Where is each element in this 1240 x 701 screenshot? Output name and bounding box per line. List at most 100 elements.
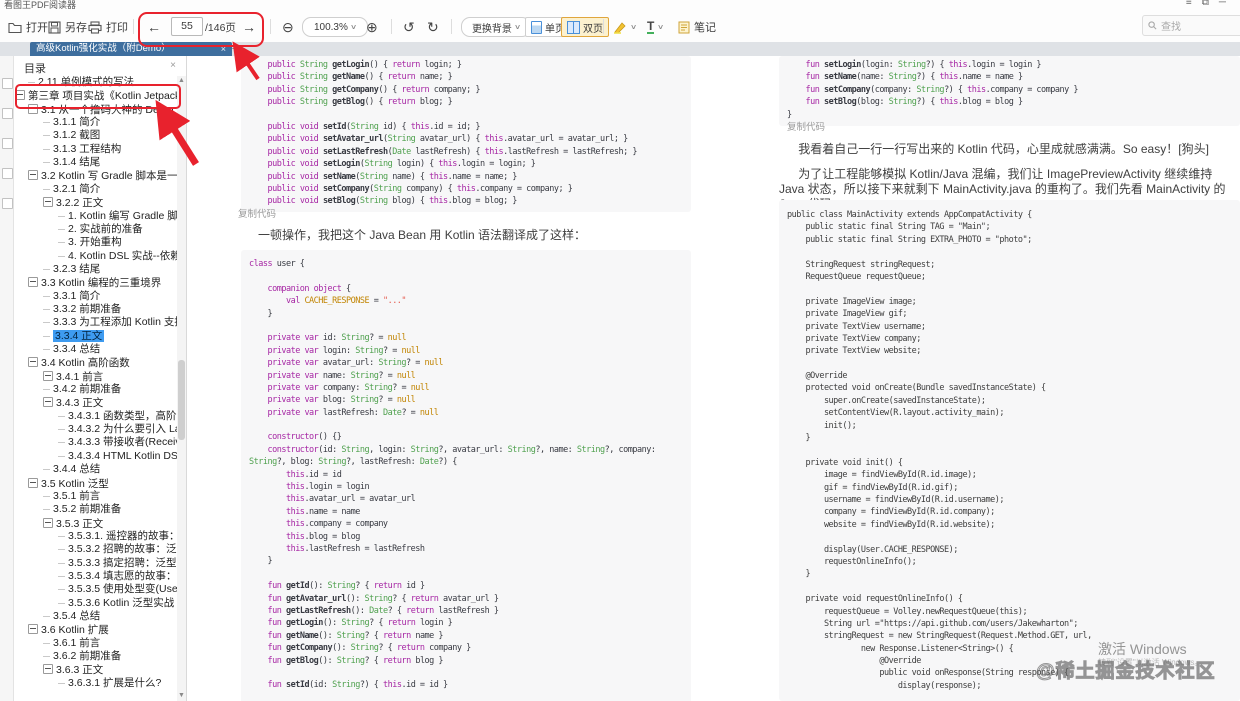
toc-item[interactable]: 1. Kotlin 编写 Gradle 脚本的（: [14, 210, 177, 223]
toc-item-label[interactable]: 3.1.2 截图: [53, 129, 100, 141]
toc-item[interactable]: 3.3 Kotlin 编程的三重境界: [14, 276, 177, 289]
copy-code-label[interactable]: 复制代码: [238, 206, 276, 220]
toc-item-label[interactable]: 3.4.1 前言: [56, 371, 103, 383]
collapse-icon[interactable]: [43, 371, 53, 381]
toc-item-label[interactable]: 3.5.4 总结: [53, 610, 100, 622]
toc-item-label[interactable]: 3.6.1 前言: [53, 637, 100, 649]
toc-item[interactable]: 3.4.3.1 函数类型，高阶函数: [14, 410, 177, 423]
restore-icon[interactable]: ⧉: [1202, 0, 1219, 8]
toc-item[interactable]: 3.5.1 前言: [14, 490, 177, 503]
toc-item[interactable]: 3.3.4 正文: [14, 330, 177, 343]
toc-item-label[interactable]: 3.4.3.2 为什么要引入 Lambda: [68, 423, 177, 435]
toc-item-label[interactable]: 1. Kotlin 编写 Gradle 脚本的（: [68, 210, 177, 222]
toc-item-label[interactable]: 3.2.3 结尾: [53, 263, 100, 275]
rail-bookmark-icon[interactable]: [2, 138, 13, 149]
copy-code-label[interactable]: 复制代码: [787, 119, 825, 133]
toc-item-label[interactable]: 3.4.2 前期准备: [53, 383, 121, 395]
notes-button[interactable]: 笔记: [678, 18, 716, 36]
toc-item[interactable]: 3.4.2 前期准备: [14, 383, 177, 396]
document-viewport[interactable]: public String getLogin() { return login;…: [187, 56, 1240, 701]
toc-item-label[interactable]: 3.3.3 为工程添加 Kotlin 支持: [53, 316, 177, 328]
collapse-icon[interactable]: [28, 357, 38, 367]
toc-item[interactable]: 3.2.1 简介: [14, 183, 177, 196]
toc-item-label[interactable]: 3.1.4 结尾: [53, 156, 100, 168]
toc-item[interactable]: 3.5.3.4 填志愿的故事：泛型的: [14, 570, 177, 583]
toc-item[interactable]: 3.5 Kotlin 泛型: [14, 477, 177, 490]
toc-item-label[interactable]: 3.4.3 正文: [56, 397, 103, 409]
toc-item[interactable]: 3.4.4 总结: [14, 463, 177, 476]
print-button[interactable]: 打印: [88, 18, 128, 36]
toc-item[interactable]: 3.2 Kotlin 写 Gradle 脚本是一种什么体验: [14, 169, 177, 182]
toc-item-label[interactable]: 3.5.2 前期准备: [53, 503, 121, 515]
toc-item[interactable]: 3.3.3 为工程添加 Kotlin 支持: [14, 316, 177, 329]
toc-item[interactable]: 3.1.4 结尾: [14, 156, 177, 169]
toc-item[interactable]: 3.1.2 截图: [14, 129, 177, 142]
toc-item[interactable]: 3.6.2 前期准备: [14, 650, 177, 663]
toc-item-label[interactable]: 3.6.3 正文: [56, 664, 103, 676]
zoom-out-button[interactable]: ⊖: [282, 18, 294, 36]
toc-item[interactable]: 3.5.3.5 使用处型变(Use-site V: [14, 583, 177, 596]
toc-item[interactable]: 3.5.3 正文: [14, 517, 177, 530]
toc-item-label[interactable]: 3.6 Kotlin 扩展: [41, 624, 109, 636]
change-background-dropdown[interactable]: 更换背景∨: [461, 17, 531, 37]
toc-item[interactable]: 3.6.3 正文: [14, 663, 177, 676]
toc-item-label[interactable]: 3.4.4 总结: [53, 463, 100, 475]
toc-item[interactable]: 3.5.3.3 搞定招聘：泛型的协变: [14, 557, 177, 570]
toc-item-label[interactable]: 3.3.4 正文: [53, 330, 104, 342]
toc-item[interactable]: 3.1.1 简介: [14, 116, 177, 129]
toc-item[interactable]: 3.3.1 简介: [14, 290, 177, 303]
scroll-down-icon[interactable]: ▼: [177, 691, 186, 701]
collapse-icon[interactable]: [43, 518, 53, 528]
toc-item[interactable]: 3.3.4 总结: [14, 343, 177, 356]
toc-item-label[interactable]: 3.1.1 简介: [53, 116, 100, 128]
toc-item[interactable]: 3.2.3 结尾: [14, 263, 177, 276]
toc-item-label[interactable]: 3.6.3.1 扩展是什么?: [68, 677, 161, 689]
toc-item-label[interactable]: 3.2.1 简介: [53, 183, 100, 195]
toc-item-label[interactable]: 3.2.2 正文: [56, 197, 103, 209]
toc-item[interactable]: 3.4.3.4 HTML Kotlin DSL 实: [14, 450, 177, 463]
rail-thumbnail-icon[interactable]: [2, 108, 13, 119]
toc-item-label[interactable]: 3.3.1 简介: [53, 290, 100, 302]
toc-item[interactable]: 4. Kotlin DSL 实战--依赖管理: [14, 250, 177, 263]
toc-item-label[interactable]: 3.1.3 工程结构: [53, 143, 121, 155]
toc-item[interactable]: 2. 实战前的准备: [14, 223, 177, 236]
toc-item-label[interactable]: 3.5 Kotlin 泛型: [41, 478, 109, 490]
toc-item-label[interactable]: 3.5.3.1. 遥控器的故事：泛型: [68, 530, 177, 542]
toc-item[interactable]: 3.6 Kotlin 扩展: [14, 623, 177, 636]
toc-item-label[interactable]: 3.5.3.4 填志愿的故事：泛型的: [68, 570, 177, 582]
collapse-icon[interactable]: [43, 664, 53, 674]
collapse-icon[interactable]: [28, 478, 38, 488]
toc-item[interactable]: 3.5.4 总结: [14, 610, 177, 623]
toc-item-label[interactable]: 3.4.3.4 HTML Kotlin DSL 实: [68, 450, 177, 462]
toc-item-label[interactable]: 3. 开始重构: [68, 236, 122, 248]
menu-icon[interactable]: ≡: [1186, 0, 1202, 8]
collapse-icon[interactable]: [43, 397, 53, 407]
toc-item-label[interactable]: 3.5.3.5 使用处型变(Use-site V: [68, 583, 177, 595]
open-button[interactable]: 打开: [8, 18, 48, 36]
toc-item[interactable]: 3.4 Kotlin 高阶函数: [14, 356, 177, 369]
toc-item[interactable]: 3.4.3.2 为什么要引入 Lambda: [14, 423, 177, 436]
redo-button[interactable]: ↻: [427, 18, 439, 36]
toc-item-label[interactable]: 3.2 Kotlin 写 Gradle 脚本是一种什么体验: [41, 170, 177, 182]
collapse-icon[interactable]: [28, 277, 38, 287]
toc-item-label[interactable]: 2. 实战前的准备: [68, 223, 143, 235]
toc-item[interactable]: 3.4.3.3 带接收者(Receiver): [14, 436, 177, 449]
toc-item[interactable]: 3.5.2 前期准备: [14, 503, 177, 516]
rail-search-icon[interactable]: [2, 198, 13, 209]
collapse-icon[interactable]: [28, 624, 38, 634]
toc-item-label[interactable]: 3.4 Kotlin 高阶函数: [41, 357, 130, 369]
find-input[interactable]: 查找: [1142, 15, 1240, 36]
double-page-button[interactable]: 双页: [561, 17, 609, 37]
toc-item[interactable]: 3.5.3.2 招聘的故事：泛型的不: [14, 543, 177, 556]
toc-item-label[interactable]: 3.5.3 正文: [56, 518, 103, 530]
scrollbar-thumb[interactable]: [178, 360, 185, 440]
toc-item-label[interactable]: 4. Kotlin DSL 实战--依赖管理: [68, 250, 177, 262]
toc-scrollbar[interactable]: ▲ ▼: [177, 76, 186, 701]
undo-button[interactable]: ↺: [403, 18, 415, 36]
zoom-level-dropdown[interactable]: 100.3%∨: [302, 17, 368, 37]
collapse-icon[interactable]: [43, 197, 53, 207]
toc-item[interactable]: 3.2.2 正文: [14, 196, 177, 209]
toc-item[interactable]: 3.6.3.1 扩展是什么?: [14, 677, 177, 690]
toc-item-label[interactable]: 3.5.1 前言: [53, 490, 100, 502]
zoom-in-button[interactable]: ⊕: [366, 18, 378, 36]
